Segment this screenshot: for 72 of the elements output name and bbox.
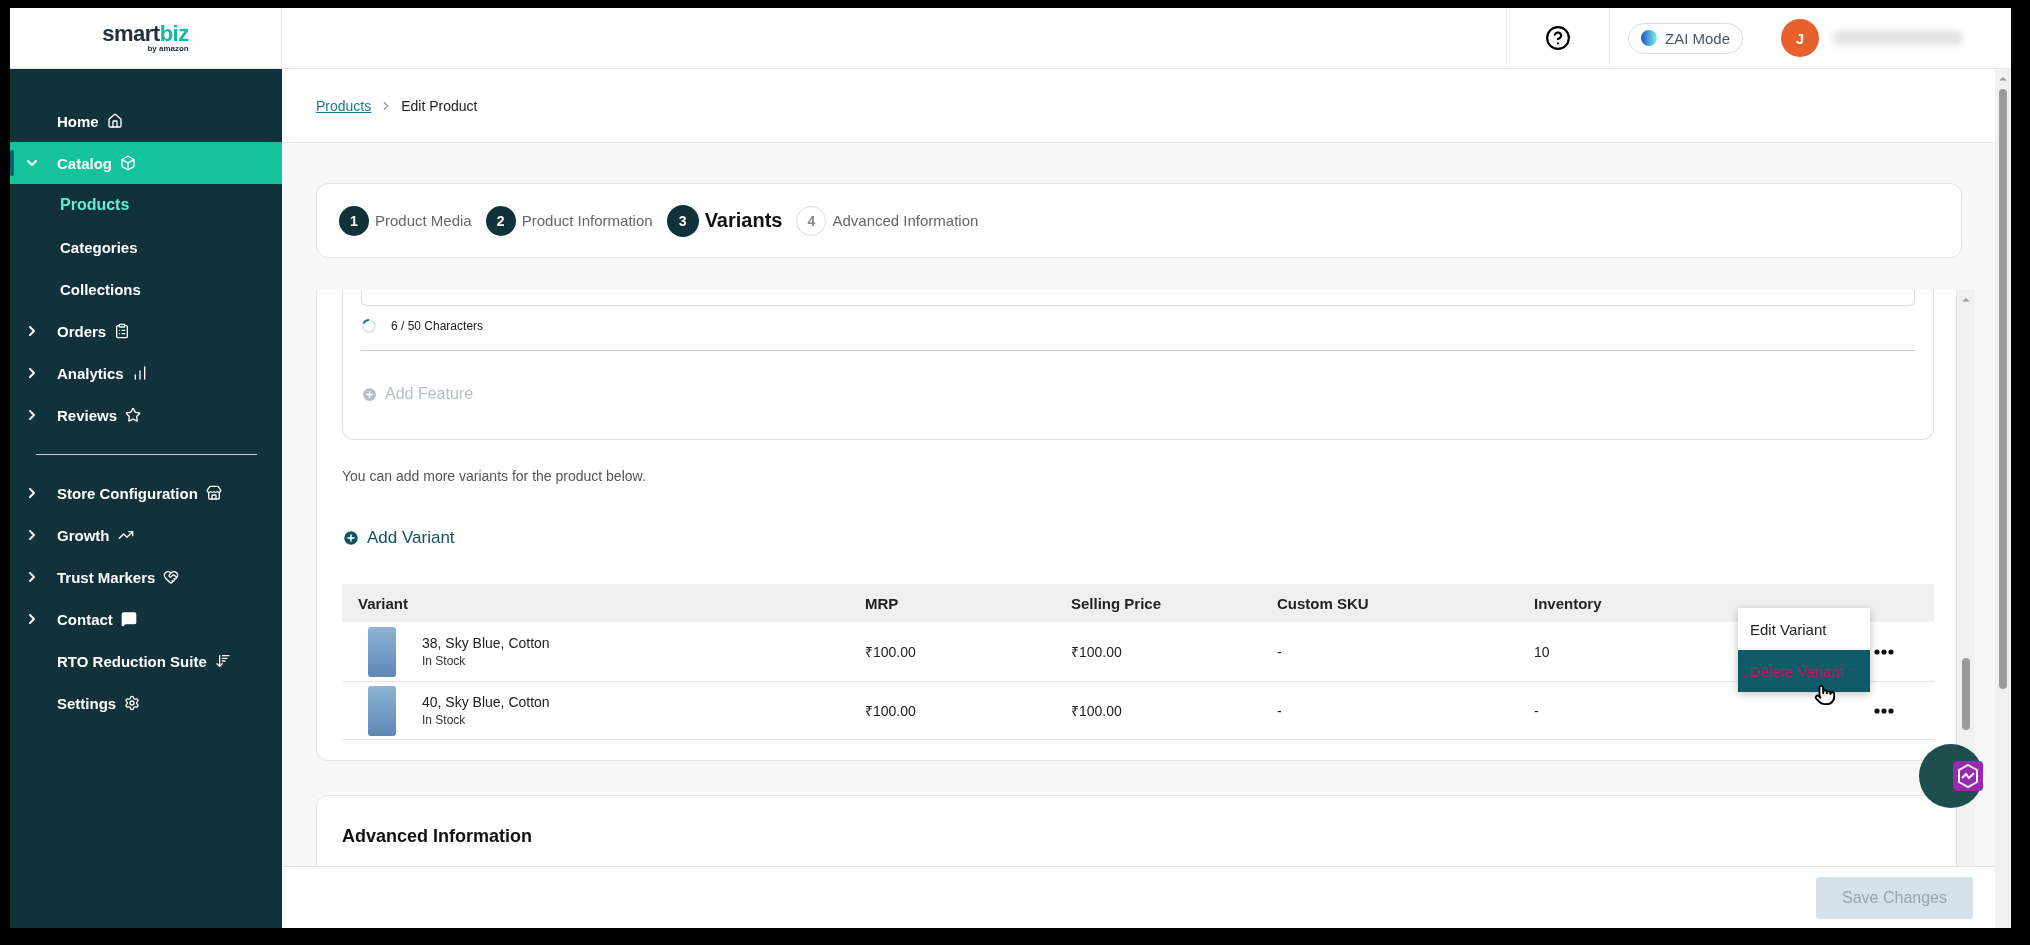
table-cell-text: 10 [1534, 643, 1551, 660]
add-variant-button[interactable]: Add Variant [342, 528, 455, 548]
settings-icon [124, 695, 141, 711]
photo-placeholder [368, 685, 396, 736]
section-heading: Advanced Information [342, 826, 534, 847]
sidebar-item[interactable]: Contact [10, 598, 282, 640]
chat-bubble-icon [120, 611, 137, 627]
photo-placeholder [368, 626, 396, 677]
scrollbar[interactable] [1995, 69, 2011, 928]
table-cell-text: ₹100.00 [1071, 643, 1123, 661]
sidebar-subitem[interactable]: Products [10, 184, 282, 226]
progress-ring-icon [361, 318, 377, 334]
zai-mode-button[interactable]: ZAI Mode [1627, 22, 1743, 54]
help-icon[interactable] [1544, 25, 1571, 51]
home-icon [106, 113, 123, 129]
sidebar-item[interactable]: Settings [10, 682, 282, 724]
step-number: 2 [485, 205, 516, 236]
helper-text: You can add more variants for the product below. [342, 468, 647, 484]
sidebar-item[interactable]: Store Configuration [10, 472, 282, 514]
sidebar-item[interactable]: Analytics [10, 352, 282, 394]
sidebar-item[interactable]: Home [10, 100, 282, 142]
sidebar-item[interactable]: Reviews [10, 394, 282, 436]
ellipsis-icon [1874, 648, 1894, 655]
step-label[interactable]: Product Information [521, 212, 653, 229]
character-counter: 6 / 50 Characters [391, 319, 484, 333]
scrollbar[interactable] [1957, 290, 1975, 866]
table-cell-text: ₹100.00 [865, 702, 917, 720]
heart-handshake-icon [163, 569, 180, 585]
active-indicator [10, 150, 14, 176]
ellipsis-icon [1874, 707, 1894, 714]
plus-circle-icon [342, 529, 360, 547]
scrollbar-thumb[interactable] [1999, 89, 2007, 689]
box-icon [120, 155, 136, 171]
scrollbar-thumb[interactable] [1962, 658, 1970, 730]
sort-icon [214, 653, 231, 669]
step-label[interactable]: Advanced Information [832, 212, 979, 229]
hand-cursor-icon [1814, 684, 1836, 706]
column-header: Inventory [1534, 594, 1603, 612]
stock-status: In Stock [422, 654, 467, 668]
star-icon [125, 407, 142, 423]
step-label[interactable]: Product Media [375, 212, 472, 229]
logo[interactable]: smartbiz by amazon [102, 23, 189, 53]
column-header: Custom SKU [1277, 594, 1370, 612]
sidebar-item[interactable]: RTO Reduction Suite [10, 640, 282, 682]
hexagon-logo-icon [1953, 761, 1983, 791]
store-icon [205, 485, 222, 501]
sidebar-item[interactable]: Growth [10, 514, 282, 556]
step-number: 3 [666, 204, 699, 237]
breadcrumb-link[interactable]: Products [316, 97, 372, 114]
variant-name: 38, Sky Blue, Cotton [422, 635, 550, 651]
breadcrumb-current: Edit Product [401, 97, 478, 114]
menu-item[interactable]: Edit Variant [1738, 608, 1870, 650]
sidebar-subitem[interactable]: Collections [10, 268, 282, 310]
input-field[interactable] [361, 290, 1915, 306]
sidebar-item[interactable]: Orders [10, 310, 282, 352]
plus-circle-icon [361, 385, 378, 403]
sidebar-item[interactable]: Trust Markers [10, 556, 282, 598]
column-header: Variant [358, 594, 410, 612]
stock-status: In Stock [422, 713, 467, 727]
table-cell-text: ₹100.00 [1071, 702, 1123, 720]
table-cell-text: - [1277, 702, 1283, 719]
step-number: 1 [339, 205, 369, 236]
step-label[interactable]: Variants [704, 209, 783, 232]
table-cell-text: - [1534, 702, 1540, 719]
table-cell-text: ₹100.00 [865, 643, 917, 661]
sidebar-subitem[interactable]: Categories [10, 226, 282, 268]
step-number: 4 [796, 205, 827, 236]
column-header: MRP [865, 594, 900, 612]
table-cell-text: - [1277, 643, 1283, 660]
clipboard-icon [114, 323, 131, 339]
variant-name: 40, Sky Blue, Cotton [422, 694, 550, 710]
column-header: Selling Price [1071, 594, 1163, 612]
